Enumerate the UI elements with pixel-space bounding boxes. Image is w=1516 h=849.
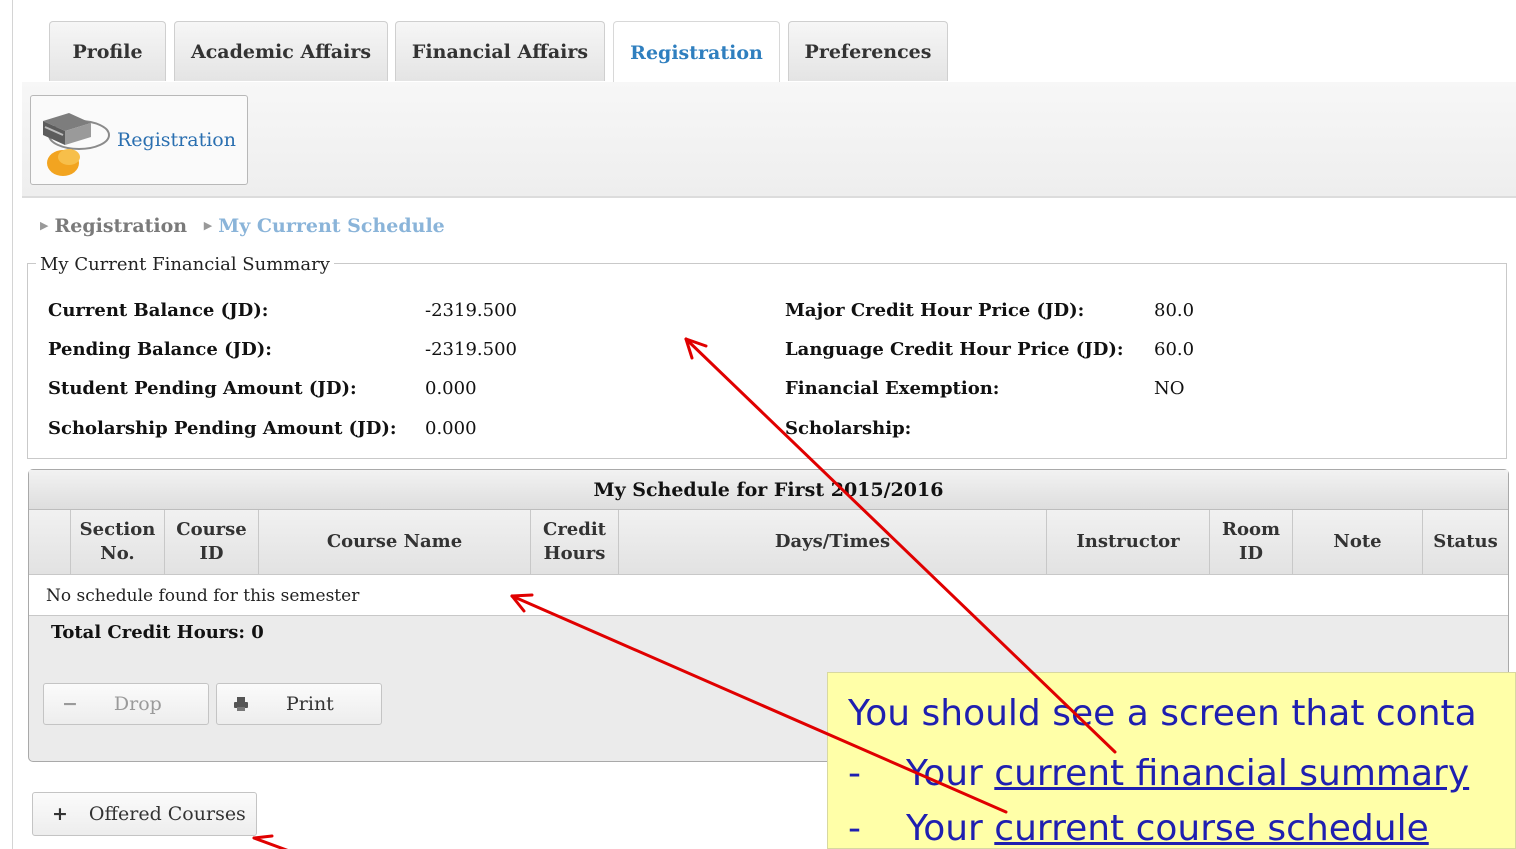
books-icon [43, 113, 110, 176]
pending-balance-label: Pending Balance (JD): [48, 339, 272, 360]
callout-bullet-financial: Your current financial summary [906, 753, 1470, 794]
breadcrumb-current-schedule[interactable]: My Current Schedule [218, 215, 445, 237]
financial-summary-legend: My Current Financial Summary [36, 254, 334, 275]
student-pending-amount-value: 0.000 [425, 378, 477, 399]
tab-profile[interactable]: Profile [49, 21, 166, 81]
breadcrumb-registration[interactable]: Registration [54, 215, 187, 237]
callout-intro: You should see a screen that conta [848, 693, 1477, 734]
registration-shortcut-button[interactable]: Registration [30, 95, 248, 185]
total-credit-hours: Total Credit Hours: 0 [51, 622, 264, 643]
student-pending-amount-label: Student Pending Amount (JD): [48, 378, 357, 399]
offered-courses-label: Offered Courses [88, 803, 246, 825]
current-balance-value: -2319.500 [425, 300, 517, 321]
instruction-callout: You should see a screen that conta - You… [827, 672, 1516, 849]
tab-preferences[interactable]: Preferences [788, 21, 948, 81]
callout-dash-1: - [848, 753, 861, 794]
callout-dash-2: - [848, 808, 861, 849]
major-credit-hour-price-label: Major Credit Hour Price (JD): [785, 300, 1085, 321]
column-instructor[interactable]: Instructor [1047, 510, 1210, 574]
print-button-label: Print [286, 693, 334, 715]
column-status[interactable]: Status [1423, 510, 1508, 574]
breadcrumb-arrow-icon: ▶ [40, 219, 49, 232]
drop-button-label: Drop [113, 693, 162, 715]
print-button[interactable]: Print [216, 683, 382, 725]
financial-exemption-label: Financial Exemption: [785, 378, 1000, 399]
tab-registration[interactable]: Registration [613, 21, 780, 83]
language-credit-hour-price-value: 60.0 [1154, 339, 1195, 360]
column-course-name[interactable]: Course Name [259, 510, 531, 574]
column-days-times[interactable]: Days/Times [619, 510, 1047, 574]
tab-academic-affairs[interactable]: Academic Affairs [174, 21, 388, 81]
select-column-header [29, 510, 71, 574]
empty-schedule-row: No schedule found for this semester [29, 574, 1508, 616]
breadcrumb: ▶ Registration ▶ My Current Schedule [40, 215, 445, 237]
registration-toolbar: Registration [22, 82, 1516, 198]
offered-courses-button[interactable]: + Offered Courses [32, 792, 257, 836]
scholarship-pending-amount-value: 0.000 [425, 418, 477, 439]
column-section-no[interactable]: Section No. [71, 510, 165, 574]
plus-icon: + [52, 803, 68, 825]
callout-bullet-schedule: Your current course schedule [906, 808, 1429, 849]
financial-exemption-value: NO [1154, 378, 1185, 399]
tab-financial-affairs[interactable]: Financial Affairs [395, 21, 605, 81]
column-credit-hours[interactable]: Credit Hours [531, 510, 619, 574]
arrow-to-offered-courses [252, 836, 289, 849]
pending-balance-value: -2319.500 [425, 339, 517, 360]
scholarship-pending-amount-label: Scholarship Pending Amount (JD): [48, 418, 397, 439]
breadcrumb-arrow-icon: ▶ [203, 219, 213, 232]
language-credit-hour-price-label: Language Credit Hour Price (JD): [785, 339, 1124, 360]
schedule-title: My Schedule for First 2015/2016 [29, 470, 1508, 510]
page-left-border [12, 0, 13, 849]
minus-icon: − [62, 693, 78, 715]
printer-icon [234, 697, 248, 711]
scholarship-label: Scholarship: [785, 418, 912, 439]
major-credit-hour-price-value: 80.0 [1154, 300, 1195, 321]
drop-button[interactable]: − Drop [43, 683, 209, 725]
column-note[interactable]: Note [1293, 510, 1423, 574]
column-course-id[interactable]: Course ID [165, 510, 259, 574]
current-balance-label: Current Balance (JD): [48, 300, 269, 321]
column-room-id[interactable]: Room ID [1210, 510, 1293, 574]
registration-shortcut-label: Registration [117, 129, 236, 151]
